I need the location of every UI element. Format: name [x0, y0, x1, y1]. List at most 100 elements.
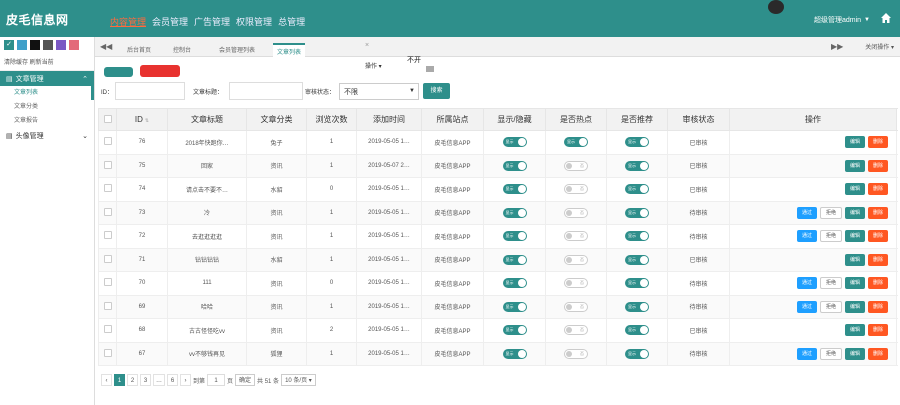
sort-icon[interactable]: ⇅	[145, 118, 149, 124]
tab-item[interactable]: 文章列表	[273, 43, 306, 57]
search-button[interactable]: 搜索	[423, 83, 450, 99]
toggle-switch[interactable]: 显示	[625, 160, 649, 171]
edit-button[interactable]: 编辑	[844, 136, 865, 149]
edit-button[interactable]: 编辑	[844, 277, 865, 290]
toggle-switch[interactable]: 否	[564, 254, 588, 265]
toggle-switch[interactable]: 显示	[625, 325, 649, 336]
page-number[interactable]: 1	[114, 374, 125, 386]
user-menu[interactable]: 超级管理admin ▼	[814, 15, 870, 25]
toggle-switch[interactable]: 显示	[502, 231, 527, 242]
goto-page-input[interactable]: 1	[207, 374, 226, 386]
row-checkbox[interactable]	[103, 301, 112, 310]
approve-button[interactable]: 通过	[796, 206, 817, 219]
toggle-switch[interactable]: 显示	[625, 184, 649, 195]
top-nav-item[interactable]: 总管理	[278, 15, 305, 28]
top-nav-item[interactable]: 广告管理	[194, 15, 230, 28]
status-select[interactable]: 不限 ▼	[339, 83, 419, 100]
add-button-fragment[interactable]	[104, 67, 133, 77]
theme-swatch[interactable]	[30, 40, 40, 50]
theme-swatch[interactable]	[56, 40, 66, 50]
tab-item[interactable]: 会员管理列表	[215, 43, 259, 57]
select-all-cell[interactable]	[98, 108, 117, 131]
approve-button[interactable]: 通过	[796, 277, 817, 290]
toggle-switch[interactable]: 显示	[625, 254, 649, 265]
delete-button[interactable]: 删除	[867, 253, 888, 266]
toggle-switch[interactable]: 显示	[502, 278, 527, 289]
edit-button[interactable]: 编辑	[844, 253, 865, 266]
approve-button[interactable]: 通过	[796, 300, 817, 313]
theme-swatch[interactable]: ✓	[4, 40, 14, 50]
batch-delete-button-fragment[interactable]	[140, 65, 180, 77]
toggle-switch[interactable]: 显示	[502, 301, 527, 312]
row-select-cell[interactable]	[98, 224, 117, 249]
top-nav-item[interactable]: 会员管理	[152, 15, 188, 28]
edit-button[interactable]: 编辑	[844, 183, 865, 196]
reject-button[interactable]: 拒绝	[819, 277, 842, 290]
toggle-switch[interactable]: 显示	[502, 137, 527, 148]
tab-scroll-right-icon[interactable]: ▶▶	[831, 42, 843, 51]
sidebar-menu-group[interactable]: ▤ 文章管理 ⌃	[0, 71, 94, 86]
theme-swatch[interactable]	[17, 40, 27, 50]
sidebar-menu-item[interactable]: 文章列表	[0, 86, 94, 100]
toggle-switch[interactable]: 显示	[502, 325, 527, 336]
page-number[interactable]: 6	[167, 374, 178, 386]
toggle-switch[interactable]: 否	[564, 160, 588, 171]
edit-button[interactable]: 编辑	[844, 230, 865, 243]
toggle-switch[interactable]: 否	[564, 325, 588, 336]
tab-item[interactable]: 控制台	[169, 43, 195, 57]
toggle-switch[interactable]: 否	[564, 301, 588, 312]
title-input[interactable]	[229, 82, 303, 100]
row-checkbox[interactable]	[103, 231, 112, 240]
row-select-cell[interactable]	[98, 294, 117, 319]
toggle-switch[interactable]: 否	[564, 207, 588, 218]
edit-button[interactable]: 编辑	[844, 347, 865, 360]
tab-scroll-left-icon[interactable]: ◀◀	[100, 42, 112, 51]
sidebar-menu-item[interactable]: 文章分类	[0, 100, 94, 114]
reject-button[interactable]: 拒绝	[819, 230, 842, 243]
toggle-switch[interactable]: 显示	[502, 160, 527, 171]
toggle-switch[interactable]: 显示	[625, 207, 649, 218]
sidebar-quick-links[interactable]: 清除缓存 刷新当前	[0, 53, 94, 71]
edit-button[interactable]: 编辑	[844, 206, 865, 219]
page-number[interactable]: 2	[127, 374, 138, 386]
row-select-cell[interactable]	[98, 153, 117, 178]
row-select-cell[interactable]	[98, 247, 117, 272]
per-page-select[interactable]: 10 条/页 ▾	[281, 374, 316, 386]
row-select-cell[interactable]	[98, 177, 117, 202]
sidebar-menu-group[interactable]: ▤ 头像管理 ⌄	[0, 128, 94, 143]
row-checkbox[interactable]	[103, 160, 112, 169]
row-checkbox[interactable]	[103, 325, 112, 334]
toggle-switch[interactable]: 显示	[625, 301, 649, 312]
delete-button[interactable]: 删除	[867, 159, 888, 172]
toggle-switch[interactable]: 显示	[502, 348, 527, 359]
approve-button[interactable]: 通过	[796, 347, 817, 360]
theme-swatch[interactable]	[43, 40, 53, 50]
sidebar-menu-item[interactable]: 文章报告	[0, 114, 94, 128]
reject-button[interactable]: 拒绝	[819, 300, 842, 313]
delete-button[interactable]: 删除	[867, 347, 888, 360]
toggle-switch[interactable]: 显示	[502, 207, 527, 218]
reject-button[interactable]: 拒绝	[819, 347, 842, 360]
tab-item[interactable]: 后台首页	[123, 43, 155, 57]
row-checkbox[interactable]	[103, 184, 112, 193]
delete-button[interactable]: 删除	[867, 206, 888, 219]
select-all-checkbox[interactable]	[103, 114, 112, 123]
prev-page-icon[interactable]: ‹	[101, 374, 112, 386]
delete-button[interactable]: 删除	[867, 300, 888, 313]
toggle-switch[interactable]: 显示	[564, 137, 588, 148]
top-nav-item[interactable]: 权限管理	[236, 15, 272, 28]
goto-confirm-button[interactable]: 确定	[235, 374, 256, 386]
row-select-cell[interactable]	[98, 130, 117, 155]
next-page-icon[interactable]: ›	[180, 374, 191, 386]
theme-swatch[interactable]	[69, 40, 79, 50]
toggle-switch[interactable]: 显示	[625, 278, 649, 289]
row-checkbox[interactable]	[103, 254, 112, 263]
top-nav-item[interactable]: 内容管理	[110, 15, 146, 28]
row-checkbox[interactable]	[103, 137, 112, 146]
row-select-cell[interactable]	[98, 200, 117, 225]
row-checkbox[interactable]	[103, 278, 112, 287]
column-header[interactable]: ID ⇅	[116, 108, 168, 131]
row-checkbox[interactable]	[103, 348, 112, 357]
toggle-switch[interactable]: 否	[564, 231, 588, 242]
toggle-switch[interactable]: 否	[564, 184, 588, 195]
